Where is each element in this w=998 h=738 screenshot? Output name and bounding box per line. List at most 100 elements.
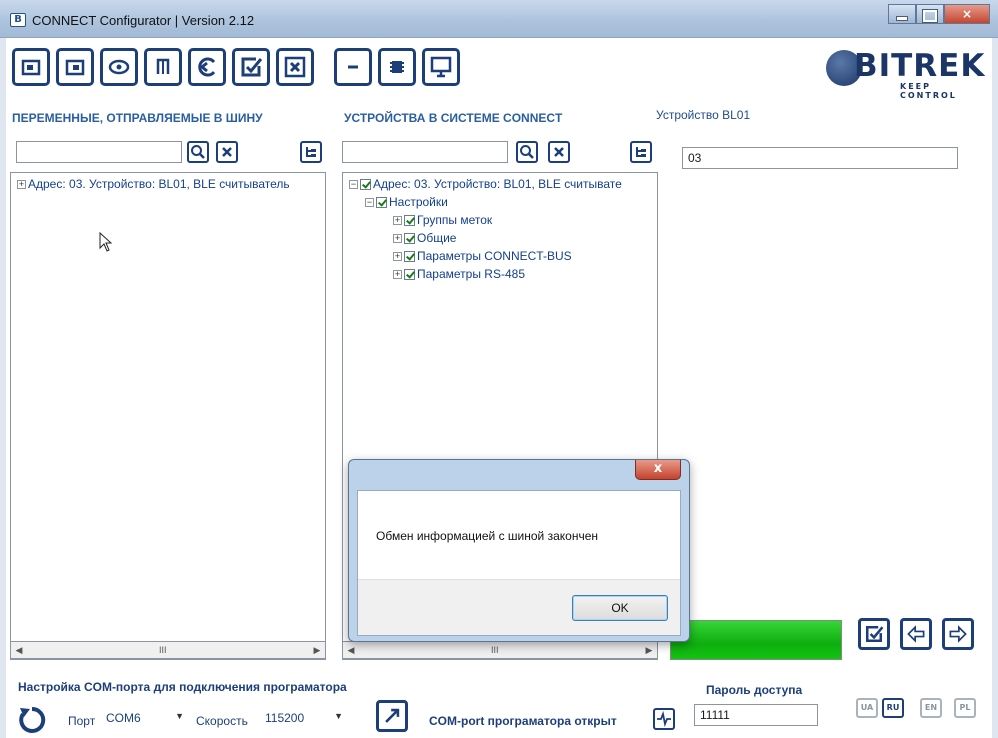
- speed-select[interactable]: 115200 ▼: [261, 708, 345, 730]
- minimize-button[interactable]: [888, 4, 916, 24]
- refresh-icon: [198, 57, 216, 77]
- chevron-down-icon: ▼: [334, 711, 343, 721]
- variables-search-input[interactable]: [16, 141, 182, 163]
- tree-item-label: Адрес: 03. Устройство: BL01, BLE считыва…: [28, 177, 290, 191]
- expand-icon[interactable]: +: [393, 252, 402, 262]
- port-select[interactable]: COM6 ▼: [102, 708, 186, 730]
- search-icon: [520, 145, 534, 159]
- tree-item[interactable]: + Параметры RS-485: [393, 266, 525, 282]
- devices-search-button[interactable]: [516, 141, 538, 163]
- scroll-grip: III: [491, 645, 499, 655]
- connect-icon[interactable]: [16, 704, 48, 736]
- redo-button[interactable]: [942, 618, 974, 650]
- checkbox[interactable]: [360, 179, 371, 191]
- cancel-icon: [284, 56, 306, 78]
- port-monitor-button[interactable]: [653, 708, 675, 730]
- window-controls: ×: [888, 4, 990, 26]
- tree-item[interactable]: + Параметры CONNECT-BUS: [393, 248, 572, 264]
- scroll-left-icon[interactable]: ◀: [343, 642, 359, 658]
- scroll-grip: III: [159, 645, 167, 655]
- tree-item-label: Общие: [417, 231, 457, 245]
- variables-search-button[interactable]: [187, 141, 209, 163]
- port-label: Порт: [68, 714, 96, 728]
- title-bar[interactable]: B CONNECT Configurator | Version 2.12 ×: [0, 0, 998, 38]
- devices-expand-tree-button[interactable]: [630, 141, 652, 163]
- variables-expand-tree-button[interactable]: [300, 141, 322, 163]
- save-file-icon: [65, 59, 85, 76]
- password-heading: Пароль доступа: [706, 683, 803, 697]
- device-address-field[interactable]: [682, 147, 958, 169]
- variables-clear-button[interactable]: [216, 141, 238, 163]
- expand-icon[interactable]: +: [393, 216, 402, 226]
- main-window: BITREK KEEP CONTROL ПЕРЕМЕННЫЕ, ОТПРАВЛЯ…: [6, 38, 992, 738]
- pulse-icon: [657, 711, 671, 727]
- logo-tagline: KEEP CONTROL: [900, 82, 957, 100]
- scroll-right-icon[interactable]: ▶: [641, 642, 657, 658]
- devices-clear-button[interactable]: [548, 141, 570, 163]
- refresh-button[interactable]: [188, 48, 226, 86]
- speed-value: 115200: [265, 711, 305, 725]
- undo-button[interactable]: [900, 618, 932, 650]
- maximize-button[interactable]: [916, 4, 944, 24]
- confirm-icon: [865, 625, 884, 643]
- confirm-button[interactable]: [232, 48, 270, 86]
- port-status-text: COM-port програматора открыт: [429, 714, 617, 728]
- open-port-button[interactable]: [376, 700, 408, 732]
- device-heading: Устройство BL01: [656, 108, 751, 122]
- tree-icon: [636, 147, 646, 157]
- checkbox[interactable]: [404, 215, 415, 227]
- variables-tree[interactable]: + Адрес: 03. Устройство: BL01, BLE считыв…: [10, 172, 326, 660]
- close-window-button[interactable]: ×: [944, 4, 990, 24]
- lang-ru-button[interactable]: RU: [882, 698, 904, 718]
- lang-pl-button[interactable]: PL: [954, 698, 976, 718]
- collapse-icon[interactable]: −: [365, 198, 374, 208]
- tree-item-label: Настройки: [389, 195, 448, 209]
- checkbox[interactable]: [404, 233, 415, 245]
- devices-horizontal-scrollbar[interactable]: ◀ III ▶: [342, 641, 658, 659]
- dialog-close-button[interactable]: x: [635, 460, 681, 480]
- com-port-heading: Настройка COM-порта для подключения прог…: [18, 680, 347, 694]
- minus-button[interactable]: [334, 48, 372, 86]
- scroll-right-icon[interactable]: ▶: [309, 642, 325, 658]
- app-icon: B: [10, 13, 26, 27]
- tree-item-label: Группы меток: [417, 213, 493, 227]
- save-file-button[interactable]: [56, 48, 94, 86]
- tree-item[interactable]: − Адрес: 03. Устройство: BL01, BLE считыв…: [349, 176, 622, 192]
- open-port-icon: [385, 708, 400, 723]
- monitor-button[interactable]: [422, 48, 460, 86]
- scroll-left-icon[interactable]: ◀: [11, 642, 27, 658]
- expand-icon[interactable]: +: [393, 234, 402, 244]
- checkbox[interactable]: [404, 251, 415, 263]
- checkbox[interactable]: [404, 269, 415, 281]
- progress-bar: [670, 620, 842, 660]
- cancel-button[interactable]: [276, 48, 314, 86]
- expand-icon[interactable]: +: [393, 270, 402, 280]
- variables-horizontal-scrollbar[interactable]: ◀ III ▶: [10, 641, 326, 659]
- tree-item[interactable]: + Общие: [393, 230, 456, 246]
- devices-search-input[interactable]: [342, 141, 508, 163]
- save-settings-button[interactable]: [144, 48, 182, 86]
- open-file-button[interactable]: [12, 48, 50, 86]
- view-button[interactable]: [100, 48, 138, 86]
- tree-item[interactable]: + Группы меток: [393, 212, 492, 228]
- tree-item-label: Адрес: 03. Устройство: BL01, BLE считыва…: [373, 177, 622, 191]
- chevron-down-icon: ▼: [175, 711, 184, 721]
- write-confirm-button[interactable]: [858, 618, 890, 650]
- checkbox[interactable]: [376, 197, 387, 209]
- tree-item[interactable]: − Настройки: [365, 194, 448, 210]
- password-field[interactable]: [694, 704, 818, 726]
- collapse-icon[interactable]: −: [349, 180, 358, 190]
- monitor-icon: [430, 56, 452, 78]
- variables-heading: ПЕРЕМЕННЫЕ, ОТПРАВЛЯЕМЫЕ В ШИНУ: [12, 111, 263, 125]
- lang-en-button[interactable]: EN: [920, 698, 942, 718]
- window-title: CONNECT Configurator | Version 2.12: [32, 13, 255, 28]
- arrow-left-icon: [907, 625, 925, 643]
- dialog-body: Обмен информацией с шиной закончен OK: [357, 490, 681, 636]
- chip-button[interactable]: [378, 48, 416, 86]
- lang-ua-button[interactable]: UA: [856, 698, 878, 718]
- ok-button[interactable]: OK: [572, 595, 668, 621]
- arrow-right-icon: [949, 625, 967, 643]
- expand-icon[interactable]: +: [17, 180, 26, 190]
- tree-item-label: Параметры CONNECT-BUS: [417, 249, 572, 263]
- tree-item[interactable]: + Адрес: 03. Устройство: BL01, BLE считыв…: [17, 176, 290, 192]
